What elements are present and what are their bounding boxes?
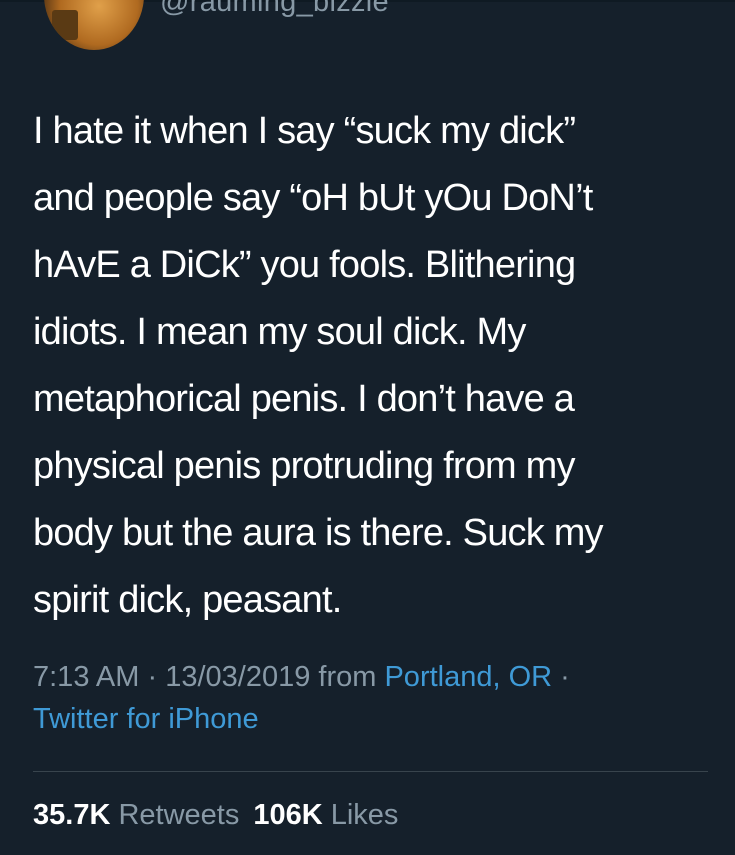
tweet-time[interactable]: 7:13 AM (33, 661, 139, 693)
tweet-text: I hate it when I say “suck my dick” and … (33, 98, 723, 634)
tweet-text-line: metaphorical penis. I don’t have a (33, 378, 575, 420)
meta-from-label: from (310, 661, 385, 693)
tweet-text-line: hAvE a DiCk” you fools. Blithering (33, 244, 576, 286)
tweet-header: @rauming_bizzie (0, 0, 735, 60)
likes-stat[interactable]: 106K Likes (253, 799, 398, 831)
tweet-text-line: I hate it when I say “suck my dick” (33, 110, 576, 152)
retweets-count: 35.7K (33, 799, 111, 831)
tweet-metadata: 7:13 AM · 13/03/2019 from Portland, OR ·… (33, 656, 723, 740)
tweet-text-line: idiots. I mean my soul dick. My (33, 311, 526, 353)
meta-separator: · (552, 661, 570, 693)
tweet-text-line: body but the aura is there. Suck my (33, 512, 604, 554)
likes-count: 106K (253, 799, 323, 831)
avatar-detail (52, 10, 78, 40)
tweet-date[interactable]: 13/03/2019 (165, 661, 310, 693)
likes-label: Likes (330, 799, 399, 831)
tweet-stats: 35.7K Retweets 106K Likes (33, 794, 398, 836)
retweets-label: Retweets (118, 799, 240, 831)
divider (33, 771, 708, 772)
meta-separator: · (139, 661, 166, 693)
tweet-text-line: spirit dick, peasant. (33, 579, 342, 621)
location-link[interactable]: Portland, OR (384, 661, 552, 693)
retweets-stat[interactable]: 35.7K Retweets (33, 799, 239, 831)
source-link[interactable]: Twitter for iPhone (33, 703, 259, 735)
tweet-text-line: physical penis protruding from my (33, 445, 576, 487)
tweet-text-line: and people say “oH bUt yOu DoN’t (33, 177, 593, 219)
avatar[interactable] (44, 0, 144, 50)
author-handle[interactable]: @rauming_bizzie (160, 0, 389, 19)
